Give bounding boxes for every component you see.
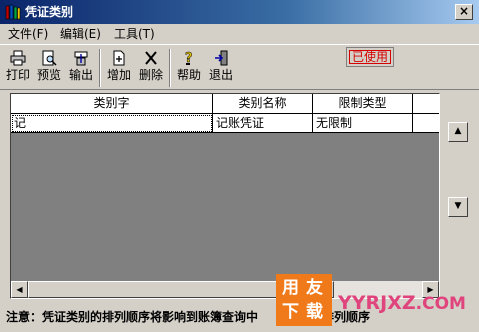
cell-empty xyxy=(413,114,439,133)
menu-edit[interactable]: 编辑(E) xyxy=(60,27,101,41)
column-header-limit-type[interactable]: 限制类型 xyxy=(313,94,413,114)
books-app-icon xyxy=(5,4,21,20)
close-button[interactable]: × xyxy=(455,4,473,20)
help-button[interactable]: ? 帮助 xyxy=(174,47,204,87)
exit-button[interactable]: 退出 xyxy=(206,47,236,87)
cell-type-name[interactable]: 记账凭证 xyxy=(213,114,313,133)
column-header-type-name[interactable]: 类别名称 xyxy=(213,94,313,114)
watermark-logo: 用 友 下 载 xyxy=(276,274,332,326)
preview-button[interactable]: 预览 xyxy=(34,47,64,87)
menu-bar: 文件(F) 编辑(E) 工具(T) xyxy=(0,24,479,44)
voucher-type-table[interactable]: 类别字 类别名称 限制类型 记 记账凭证 无限制 ◀ ▶ xyxy=(10,93,440,299)
toolbar: 打印 预览 输出 增加 删除 ? 帮助 退出 xyxy=(0,44,479,90)
move-up-button[interactable]: ▲ xyxy=(448,122,468,142)
column-header-empty xyxy=(413,94,439,114)
cell-type-char[interactable]: 记 xyxy=(11,114,213,133)
close-icon: × xyxy=(458,4,470,18)
menu-tools[interactable]: 工具(T) xyxy=(114,27,155,41)
window-title: 凭证类别 xyxy=(25,5,74,19)
export-button[interactable]: 输出 xyxy=(66,47,96,87)
scroll-left-button[interactable]: ◀ xyxy=(11,281,28,298)
move-down-button[interactable]: ▼ xyxy=(448,197,468,217)
printer-icon xyxy=(10,50,26,66)
export-icon xyxy=(74,51,88,66)
print-button[interactable]: 打印 xyxy=(3,47,33,87)
toolbar-separator xyxy=(169,49,171,87)
delete-button[interactable]: 删除 xyxy=(136,47,166,87)
cell-limit-type[interactable]: 无限制 xyxy=(313,114,413,133)
title-bar: 凭证类别 × xyxy=(0,0,479,24)
add-button[interactable]: 增加 xyxy=(104,47,134,87)
table-row[interactable]: 记 记账凭证 无限制 xyxy=(11,114,439,133)
in-use-status-badge: 已使用 xyxy=(346,47,394,67)
exit-door-icon xyxy=(215,50,228,66)
column-header-type-char[interactable]: 类别字 xyxy=(11,94,213,114)
delete-x-icon xyxy=(145,51,157,65)
help-question-icon: ? xyxy=(185,51,193,66)
triangle-up-icon: ▲ xyxy=(454,126,462,136)
menu-file[interactable]: 文件(F) xyxy=(8,27,48,41)
magnifier-page-icon xyxy=(42,50,57,66)
triangle-down-icon: ▼ xyxy=(454,201,462,211)
watermark-url: YYRJXZ.COM xyxy=(338,292,466,314)
table-header: 类别字 类别名称 限制类型 xyxy=(11,94,439,114)
new-page-plus-icon xyxy=(113,50,125,66)
toolbar-separator xyxy=(99,49,101,87)
